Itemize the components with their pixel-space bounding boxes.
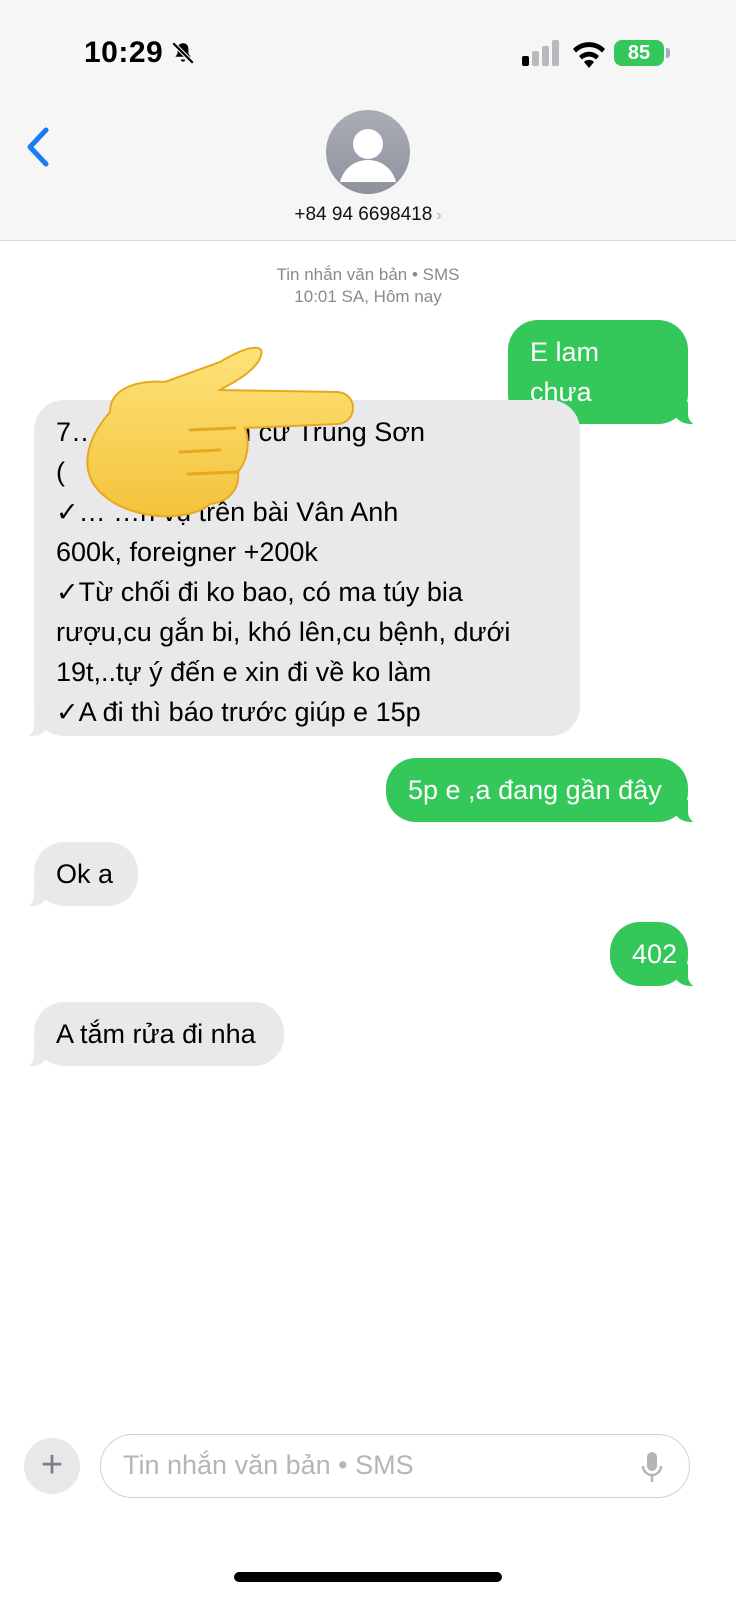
- back-chevron-icon[interactable]: [22, 124, 56, 170]
- contact-number: +84 94 6698418: [294, 204, 433, 225]
- message-line: 19t,..tự ý đến e xin đi về ko làm: [56, 657, 432, 687]
- message-bubble-received[interactable]: Ok a: [14, 842, 138, 908]
- service-label: Tin nhắn văn bản • SMS: [276, 265, 460, 284]
- message-text: A tắm rửa đi nha: [56, 1019, 256, 1049]
- message-bubble-received[interactable]: A tắm rửa đi nha: [14, 1002, 284, 1068]
- message-text: 5p e ,a đang gần đây: [408, 775, 662, 805]
- message-line: rượu,cu gắn bi, khó lên,cu bệnh, dưới: [56, 617, 511, 647]
- message-line: ✓Từ chối đi ko bao, có ma túy bia: [56, 577, 463, 607]
- bell-slash-icon: [171, 41, 195, 65]
- add-attachment-button[interactable]: +: [24, 1438, 80, 1494]
- contact-name[interactable]: +84 94 6698418 ›: [0, 204, 736, 226]
- message-line: 600k, foreigner +200k: [56, 537, 318, 567]
- conversation-header: 10:29 85 +84 94 6698418 ›: [0, 0, 736, 241]
- home-indicator[interactable]: [234, 1572, 502, 1582]
- wifi-icon: [573, 42, 605, 68]
- message-input-placeholder: Tin nhắn văn bản • SMS: [123, 1450, 414, 1480]
- message-text: E lam chưa: [530, 337, 600, 407]
- conversation-meta: Tin nhắn văn bản • SMS 10:01 SA, Hôm nay: [0, 264, 736, 308]
- signal-icon: [522, 40, 559, 66]
- microphone-icon[interactable]: [640, 1450, 664, 1484]
- plus-icon: +: [40, 1444, 64, 1486]
- message-text: Ok a: [56, 859, 114, 889]
- chevron-right-icon: ›: [436, 207, 442, 224]
- pointing-hand-emoji: [86, 346, 354, 518]
- battery-cap: [666, 48, 670, 58]
- message-bubble-sent[interactable]: 5p e ,a đang gần đây: [386, 758, 708, 824]
- timestamp: 10:01 SA, Hôm nay: [294, 287, 442, 306]
- status-time: 10:29: [84, 36, 164, 69]
- message-input[interactable]: Tin nhắn văn bản • SMS: [100, 1434, 690, 1498]
- contact-avatar-icon[interactable]: [326, 110, 410, 194]
- message-bubble-sent[interactable]: 402: [610, 922, 708, 988]
- message-line: ✓A đi thì báo trước giúp e 15p: [56, 697, 421, 727]
- message-text: 402: [632, 939, 678, 969]
- battery-icon: 85: [614, 40, 664, 66]
